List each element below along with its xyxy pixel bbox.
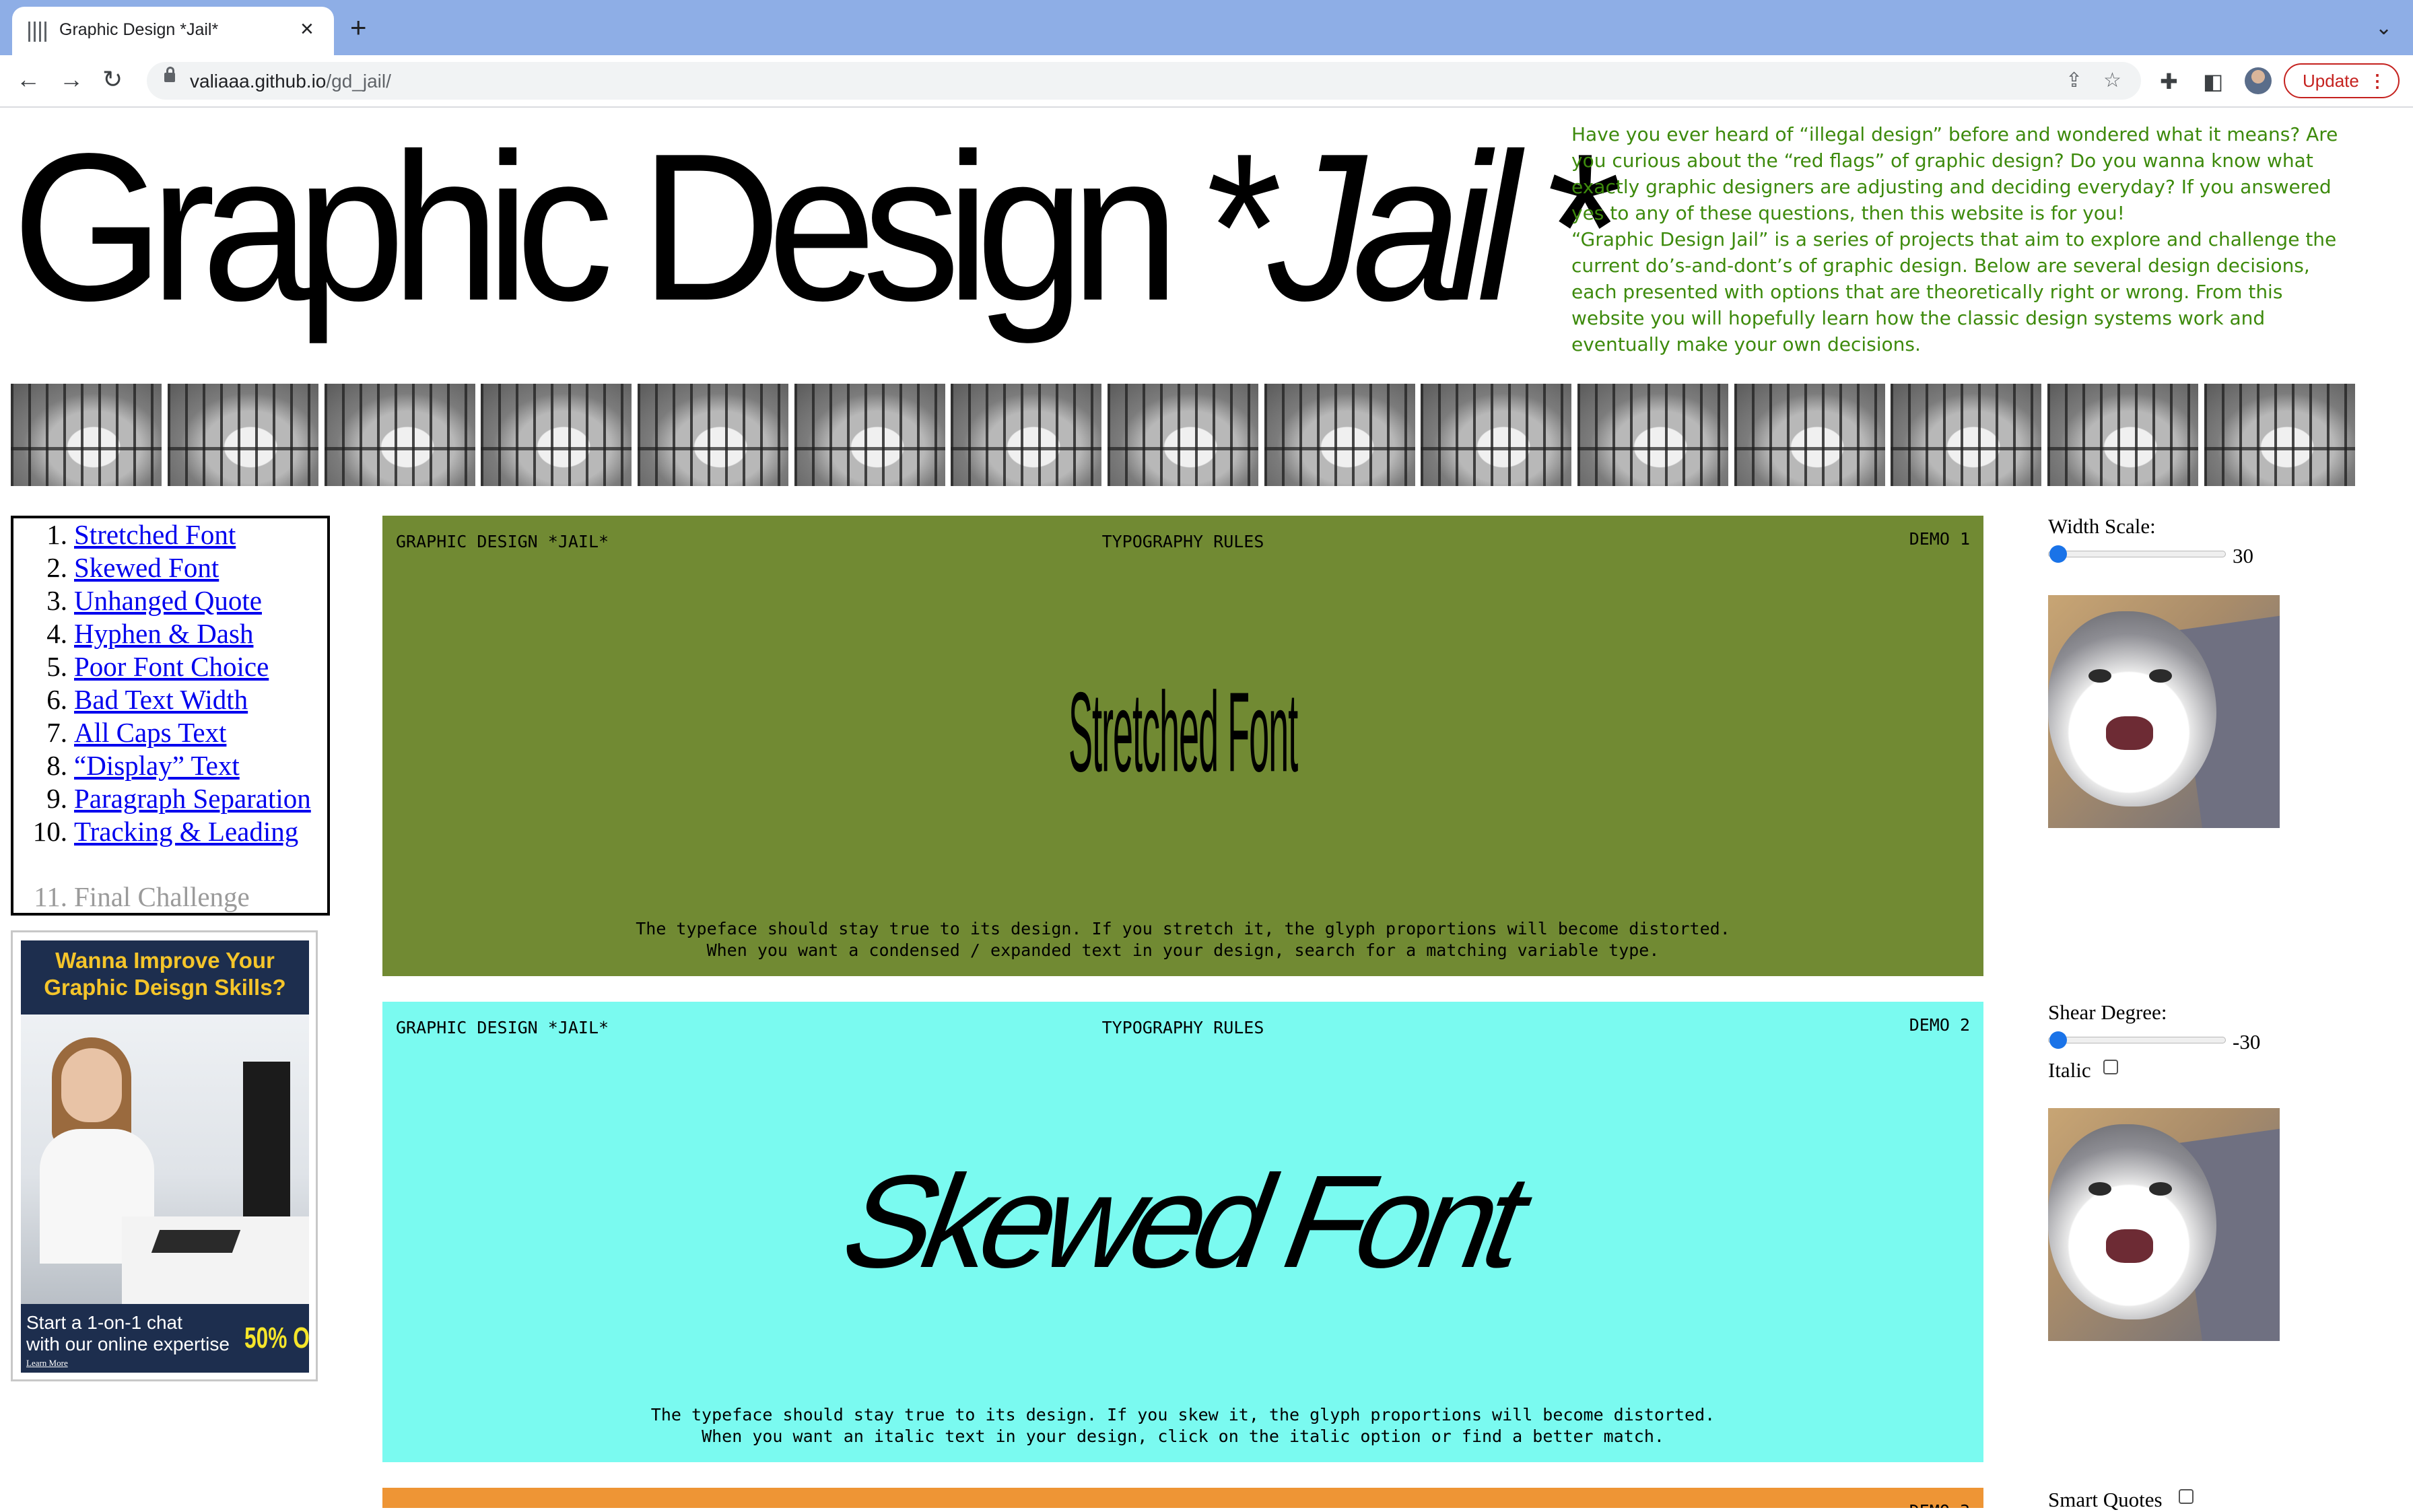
demo-panel-3: DEMO 3 (382, 1488, 1983, 1508)
back-arrow-icon[interactable]: ← (16, 66, 40, 93)
jailed-cat-image (325, 384, 475, 486)
jailed-cat-image (794, 384, 945, 486)
jailed-cat-image (1421, 384, 1571, 486)
toc-link-stretched-font[interactable]: Stretched Font (74, 519, 236, 550)
slider-thumb[interactable] (2049, 545, 2067, 563)
page-title: Graphic Design *Jail * (12, 110, 1623, 345)
extensions-puzzle-icon[interactable]: ✚ (2160, 70, 2178, 93)
jailed-cat-image (2047, 384, 2198, 486)
shear-degree-slider[interactable] (2048, 1031, 2226, 1049)
slider-thumb[interactable] (2049, 1031, 2067, 1049)
italic-checkbox[interactable] (2103, 1060, 2118, 1074)
smart-quotes-label: Smart Quotes (2048, 1488, 2163, 1511)
chevron-down-icon[interactable]: ⌄ (2375, 16, 2392, 40)
tab-title: Graphic Design *Jail* (59, 20, 219, 39)
ad-discount-badge: 50% OFF (244, 1321, 309, 1354)
yawning-cat-image (2048, 595, 2280, 828)
more-menu-icon: ⋮ (2369, 71, 2386, 91)
demo-sample-text: Skewed Font (823, 1148, 1543, 1295)
jailed-cat-image (1577, 384, 1728, 486)
demo-sample-text: Stretched Font (1068, 669, 1298, 796)
italic-label: Italic (2048, 1058, 2091, 1082)
bookmark-star-icon[interactable]: ☆ (2103, 69, 2121, 92)
address-bar[interactable]: valiaaa.github.io/gd_jail/ ⇪ ☆ (147, 62, 2141, 100)
toc-link-tracking-leading[interactable]: Tracking & Leading (74, 816, 298, 847)
jailed-cat-image (1108, 384, 1258, 486)
demo-section-label: TYPOGRAPHY RULES (1101, 1018, 1264, 1037)
toc-link-hyphen-dash[interactable]: Hyphen & Dash (74, 618, 253, 649)
ad-headline: Wanna Improve Your Graphic Deisgn Skills… (44, 948, 286, 1000)
demo-number-label: DEMO 1 (1909, 529, 1970, 549)
toc-item: 4. Hyphen & Dash (46, 618, 254, 649)
toc-link-display-text[interactable]: “Display” Text (74, 750, 240, 781)
jailed-cat-image (951, 384, 1101, 486)
update-button[interactable]: Update ⋮ (2284, 63, 2400, 98)
demo-caption: The typeface should stay true to its des… (636, 919, 1730, 960)
jailed-cat-image (168, 384, 318, 486)
width-scale-value: 30 (2233, 544, 2253, 568)
lock-icon[interactable] (164, 67, 175, 82)
smart-quotes-checkbox[interactable] (2179, 1489, 2194, 1504)
share-icon[interactable]: ⇪ (2066, 69, 2082, 92)
ad-cta-text: Start a 1-on-1 chat with our online expe… (26, 1312, 230, 1354)
toc-item: 5. Poor Font Choice (46, 651, 269, 682)
demo-caption: The typeface should stay true to its des… (650, 1405, 1715, 1446)
yawning-cat-image (2048, 1108, 2280, 1341)
shear-degree-value: -30 (2233, 1030, 2261, 1054)
jailed-cat-image (1891, 384, 2041, 486)
jailed-cat-image (1264, 384, 1415, 486)
browser-tabstrip: Graphic Design *Jail* × + ⌄ (0, 0, 2413, 55)
toc-link-poor-font-choice[interactable]: Poor Font Choice (74, 651, 269, 682)
profile-avatar[interactable] (2245, 67, 2272, 94)
advertisement-banner[interactable]: Wanna Improve Your Graphic Deisgn Skills… (11, 930, 318, 1381)
toc-item: 2. Skewed Font (46, 552, 219, 583)
intro-paragraph: “Graphic Design Jail” is a series of pro… (1571, 228, 2337, 355)
intro-paragraph: Have you ever heard of “illegal design” … (1571, 123, 2338, 224)
close-tab-icon[interactable]: × (300, 18, 314, 40)
forward-arrow-icon[interactable]: → (59, 66, 83, 93)
demo-number-label: DEMO 2 (1909, 1015, 1970, 1035)
demo-number-label: DEMO 3 (1909, 1501, 1970, 1508)
toc-item: 1. Stretched Font (46, 519, 236, 550)
jailed-cat-image (481, 384, 632, 486)
demo-section-label: TYPOGRAPHY RULES (1101, 532, 1264, 551)
new-tab-icon[interactable]: + (350, 13, 367, 42)
side-panel-icon[interactable]: ◧ (2203, 70, 2223, 93)
toc-item: 10. Tracking & Leading (32, 816, 299, 847)
ad-learn-more-link[interactable]: Learn More (26, 1358, 68, 1369)
jailed-cat-image (638, 384, 788, 486)
ad-photo-designer-at-desk (21, 1015, 309, 1304)
jailed-cat-image (1734, 384, 1885, 486)
shear-degree-label: Shear Degree: (2048, 1000, 2167, 1024)
browser-toolbar: ← → ↻ valiaaa.github.io/gd_jail/ ⇪ ☆ ✚ ◧… (0, 55, 2413, 108)
jailed-cat-image (11, 384, 162, 486)
toc-link-bad-text-width[interactable]: Bad Text Width (74, 684, 248, 715)
toc-link-unhanged-quote[interactable]: Unhanged Quote (74, 585, 262, 616)
width-scale-label: Width Scale: (2048, 514, 2156, 538)
reload-icon[interactable]: ↻ (102, 66, 123, 93)
width-scale-slider[interactable] (2048, 545, 2226, 563)
url-text[interactable]: valiaaa.github.io/gd_jail/ (190, 71, 391, 92)
ad-image[interactable]: Wanna Improve Your Graphic Deisgn Skills… (21, 940, 309, 1373)
browser-tab[interactable]: Graphic Design *Jail* × (12, 7, 334, 55)
toc-item: 7. All Caps Text (46, 717, 227, 748)
toc-item: 9. Paragraph Separation (46, 783, 311, 814)
table-of-contents: 1. Stretched Font 2. Skewed Font 3. Unhange… (11, 516, 330, 916)
barcode-favicon-icon (27, 22, 48, 42)
demo-panel-stretched-font: GRAPHIC DESIGN *JAIL* TYPOGRAPHY RULES D… (382, 516, 1983, 976)
toc-item: 8. “Display” Text (46, 750, 240, 781)
demo-panel-skewed-font: GRAPHIC DESIGN *JAIL* TYPOGRAPHY RULES D… (382, 1002, 1983, 1462)
toc-link-skewed-font[interactable]: Skewed Font (74, 552, 219, 583)
toc-item-final-challenge: 11. Final Challenge (34, 881, 250, 912)
intro-text: Have you ever heard of “illegal design” … (1571, 121, 2346, 357)
toc-link-paragraph-separation[interactable]: Paragraph Separation (74, 783, 311, 814)
toc-link-all-caps-text[interactable]: All Caps Text (74, 717, 226, 748)
jailed-cat-image (2204, 384, 2355, 486)
toc-item: 3. Unhanged Quote (46, 585, 262, 616)
toc-item: 6. Bad Text Width (46, 684, 248, 715)
